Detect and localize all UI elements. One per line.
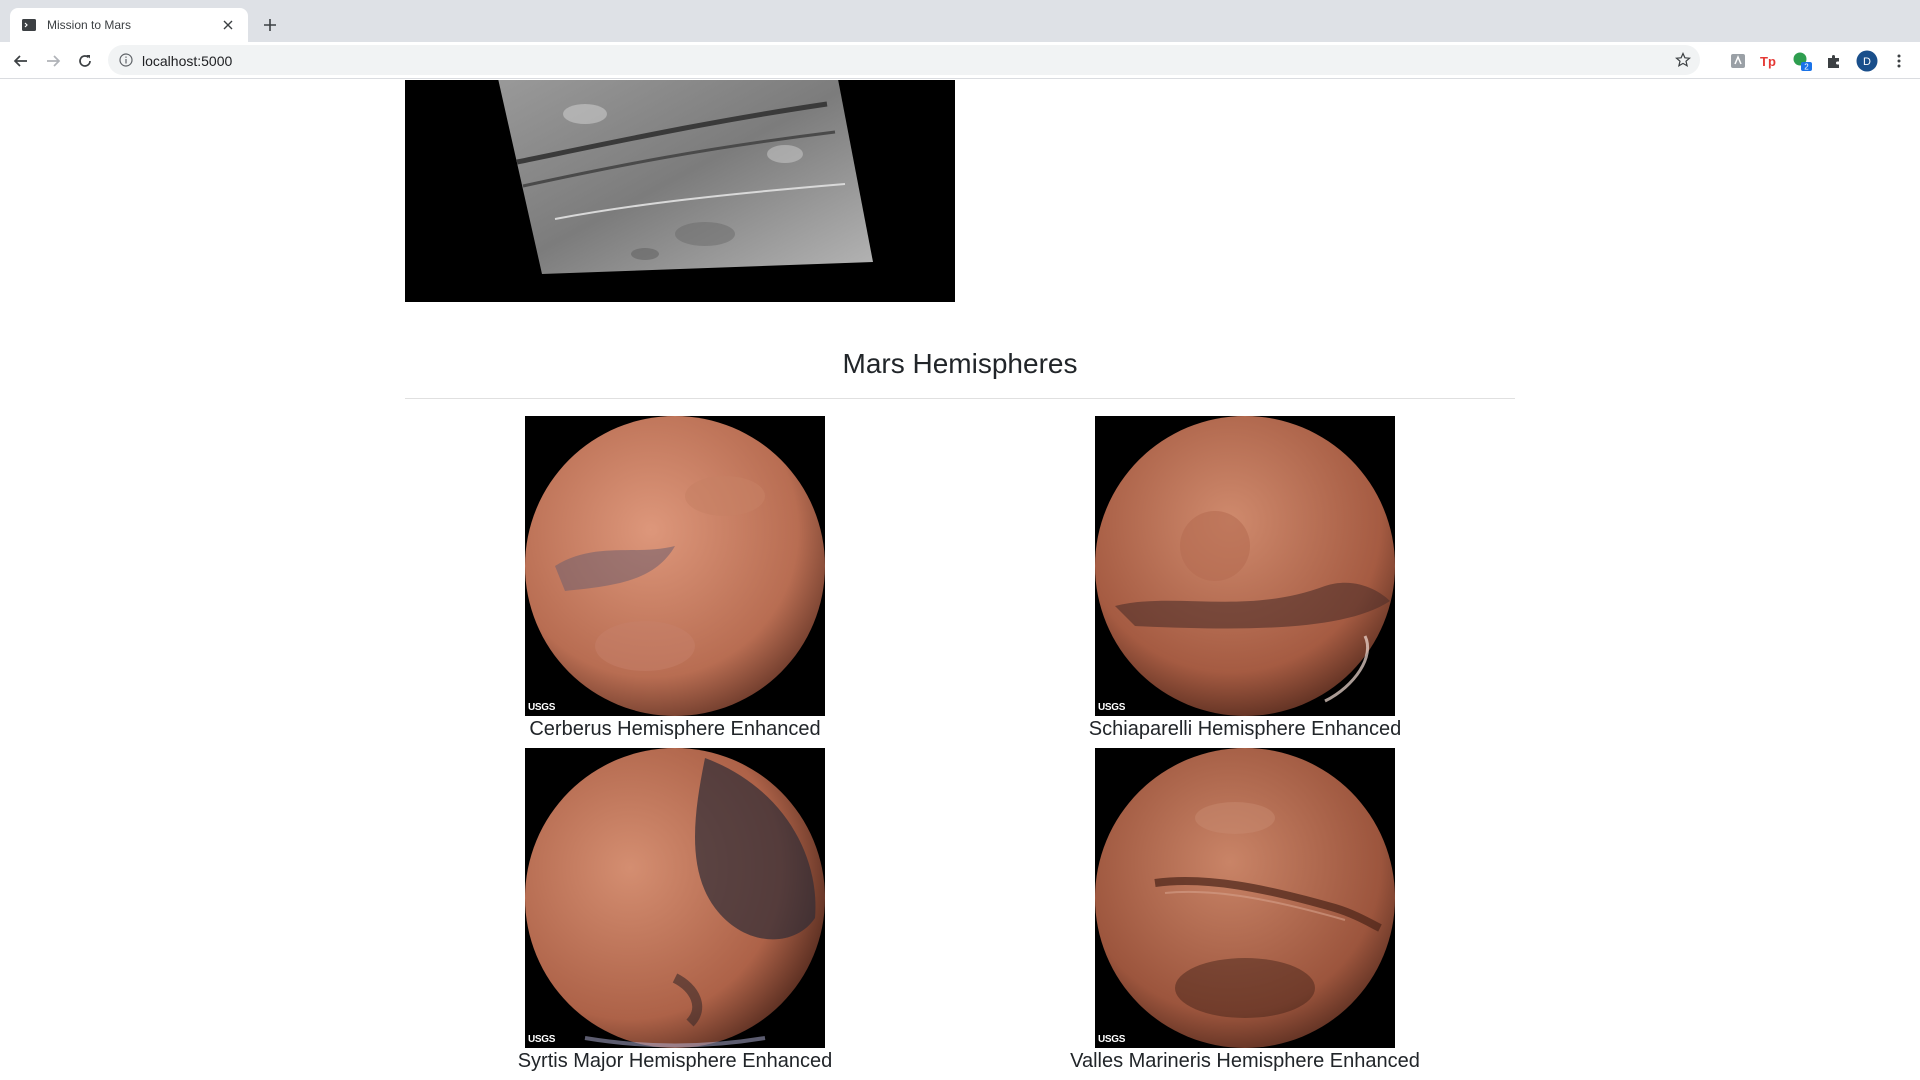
usgs-watermark: USGS [1098, 702, 1126, 713]
hemisphere-title-valles-marineris: Valles Marineris Hemisphere Enhanced [1070, 1050, 1420, 1072]
usgs-watermark: USGS [1098, 1034, 1126, 1045]
browser-toolbar: localhost:5000 Tp 2 D [0, 42, 1920, 79]
new-tab-icon[interactable] [260, 15, 280, 35]
hemisphere-image-syrtis-major[interactable]: USGS [525, 748, 825, 1048]
hemispheres-title: Mars Hemispheres [842, 348, 1078, 379]
extension-grey-icon[interactable] [1727, 50, 1749, 72]
url-text: localhost:5000 [142, 53, 233, 69]
bookmark-star-icon[interactable] [1674, 51, 1692, 69]
terminal-favicon-icon [21, 17, 37, 33]
section-divider [405, 398, 1515, 399]
tab-mission-to-mars[interactable]: Mission to Mars [10, 8, 248, 42]
profile-initial: D [1863, 56, 1871, 68]
profile-avatar[interactable]: D [1856, 50, 1878, 72]
back-arrow-icon[interactable] [10, 50, 32, 72]
usgs-watermark: USGS [528, 1034, 556, 1045]
extension-badge-count: 2 [1804, 63, 1809, 72]
extensions-puzzle-icon[interactable] [1823, 50, 1845, 72]
featured-mars-image [405, 80, 955, 302]
extension-green-icon[interactable]: 2 [1791, 50, 1813, 72]
page-viewport: Mars Hemispheres USGS Cerberus Hemispher… [0, 80, 1920, 1080]
hemisphere-image-valles-marineris[interactable]: USGS [1095, 748, 1395, 1048]
tab-title: Mission to Mars [47, 18, 132, 32]
hemisphere-image-schiaparelli[interactable]: USGS [1095, 416, 1395, 716]
hemisphere-title-cerberus: Cerberus Hemisphere Enhanced [529, 718, 821, 740]
hemisphere-image-cerberus[interactable]: USGS [525, 416, 825, 716]
tab-strip: Mission to Mars [0, 0, 1920, 42]
chrome-menu-icon[interactable] [1888, 50, 1910, 72]
hemisphere-title-schiaparelli: Schiaparelli Hemisphere Enhanced [1088, 718, 1402, 740]
hemisphere-card-syrtis-major: USGS Syrtis Major Hemisphere Enhanced [475, 748, 875, 1073]
hemisphere-card-schiaparelli: USGS Schiaparelli Hemisphere Enhanced [1045, 416, 1445, 741]
usgs-watermark: USGS [528, 702, 556, 713]
svg-text:Tp: Tp [1760, 54, 1776, 69]
hemisphere-card-cerberus: USGS Cerberus Hemisphere Enhanced [475, 416, 875, 741]
forward-arrow-icon[interactable] [42, 50, 64, 72]
address-bar[interactable]: localhost:5000 [108, 45, 1700, 75]
hemisphere-card-valles-marineris: USGS Valles Marineris Hemisphere Enhance… [1045, 748, 1445, 1073]
extension-tp-icon[interactable]: Tp [1758, 50, 1780, 72]
hemisphere-title-syrtis-major: Syrtis Major Hemisphere Enhanced [517, 1050, 833, 1072]
info-icon[interactable] [118, 52, 134, 68]
reload-icon[interactable] [74, 50, 96, 72]
close-tab-icon[interactable] [220, 17, 236, 33]
